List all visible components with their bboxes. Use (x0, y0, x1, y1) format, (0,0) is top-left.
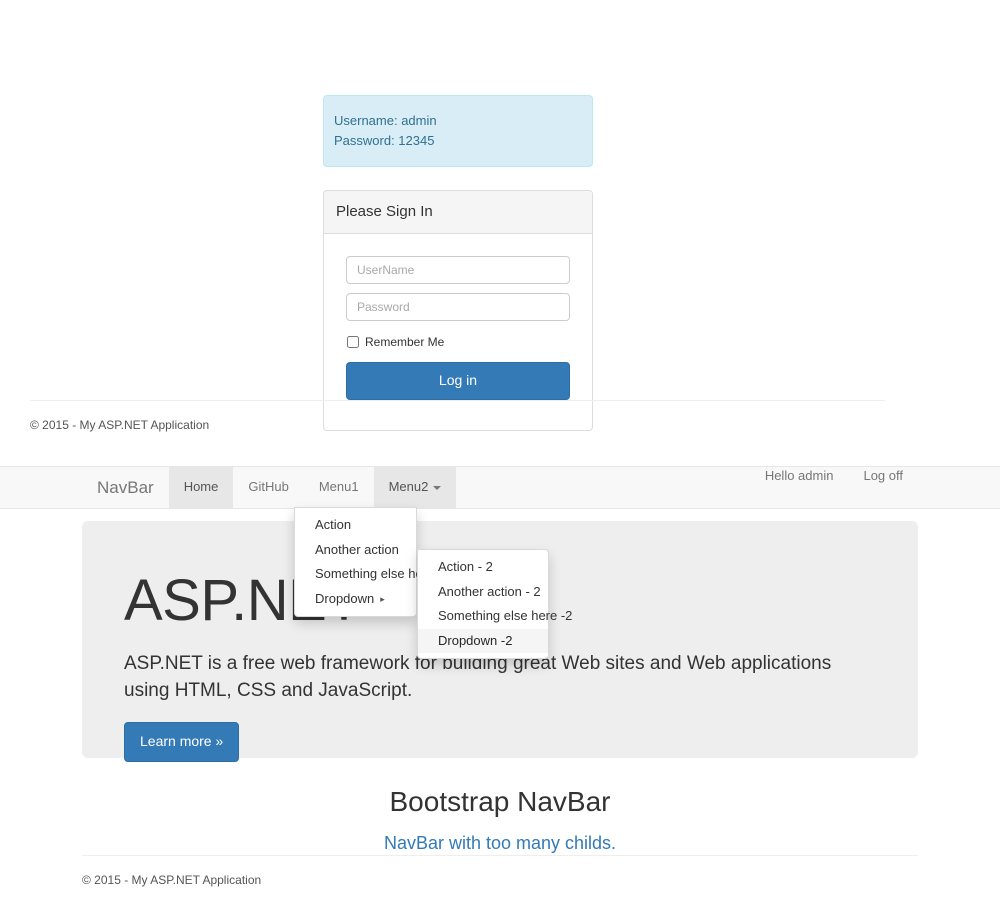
footer-bottom: © 2015 - My ASP.NET Application (82, 855, 918, 889)
navbar-nav-right: Hello admin Log off (750, 467, 918, 508)
menu2-item-dropdown-label: Dropdown (315, 590, 375, 606)
dropdown-list-item: Something else here -2 (418, 604, 572, 629)
menu2-dropdown-menu: Action Another action Something else her… (294, 507, 434, 618)
sign-in-panel-title: Please Sign In (336, 203, 433, 221)
footer-top-text: © 2015 - My ASP.NET Application (30, 418, 210, 432)
submenu-item-action-2[interactable]: Action - 2 (418, 555, 548, 580)
submenu-item-dropdown-2[interactable]: Dropdown -2 (418, 628, 548, 654)
nav-link-menu1[interactable]: Menu1 (304, 467, 374, 508)
dropdown-list-item: Dropdown -2 (418, 628, 548, 654)
dropdown-list-item: Something else here (295, 562, 434, 587)
nav-link-home[interactable]: Home (168, 467, 234, 508)
menu2-item-action[interactable]: Action (295, 513, 416, 538)
password-form-group (346, 292, 570, 321)
remember-me-row[interactable]: Remember Me (346, 334, 570, 351)
menu2-item-dropdown-submenu-trigger[interactable]: Dropdown ▸ (295, 587, 416, 612)
nav-link-menu2-label: Menu2 (388, 479, 429, 495)
sign-in-panel: Please Sign In Remember Me Log in (323, 190, 593, 431)
remember-me-label: Remember Me (365, 334, 445, 349)
dropdown-list-item: Dropdown ▸ (295, 587, 416, 612)
nav-item-github: GitHub (233, 467, 303, 508)
footer-bottom-text: © 2015 - My ASP.NET Application (82, 873, 262, 887)
nav-link-menu2[interactable]: Menu2 (373, 467, 457, 508)
headline-section: Bootstrap NavBar NavBar with too many ch… (82, 785, 918, 856)
dropdown-list-item: Action (295, 513, 416, 538)
nav-item-home: Home (168, 467, 234, 508)
submenu-item-something-else-here-2[interactable]: Something else here -2 (418, 604, 572, 629)
dropdown-list-item: Action - 2 (418, 555, 548, 580)
dropdown-list-item: Another action (295, 538, 416, 563)
submenu-item-another-action-2[interactable]: Another action - 2 (418, 580, 548, 605)
submenu-dropdown-menu: Action - 2 Another action - 2 Something … (417, 549, 572, 660)
credentials-hint-alert: Username: admin Password: 12345 (323, 95, 593, 168)
footer-top: © 2015 - My ASP.NET Application (30, 400, 885, 434)
dropdown-list-item: Another action - 2 (418, 580, 548, 605)
nav-link-log-off[interactable]: Log off (848, 467, 918, 486)
login-section: Username: admin Password: 12345 Please S… (0, 0, 1000, 460)
navbar-nav-left: Home GitHub Menu1 Menu2 (168, 467, 457, 508)
menu2-item-another-action[interactable]: Another action (295, 538, 416, 563)
caret-down-icon (433, 485, 442, 490)
hint-username-line: Username: admin (334, 113, 437, 128)
menu2-item-something-else-here[interactable]: Something else here (295, 562, 434, 587)
caret-right-icon: ▸ (380, 593, 385, 604)
learn-more-button[interactable]: Learn more » (124, 721, 240, 762)
password-input[interactable] (346, 292, 570, 321)
hint-password-line: Password: 12345 (334, 133, 435, 149)
username-form-group (346, 255, 570, 284)
headline-title: Bootstrap NavBar (389, 786, 611, 817)
nav-item-greeting: Hello admin (750, 467, 849, 508)
login-column: Username: admin Password: 12345 Please S… (323, 95, 593, 431)
navbar: NavBar Home GitHub Menu1 Menu2 Hello adm… (0, 466, 1000, 509)
headline-subtitle-link[interactable]: NavBar with too many childs. (82, 831, 918, 857)
navbar-brand[interactable]: NavBar (82, 467, 169, 508)
nav-link-github[interactable]: GitHub (233, 467, 303, 508)
nav-item-menu2: Menu2 (373, 467, 457, 508)
nav-item-menu1: Menu1 (304, 467, 374, 508)
sign-in-panel-heading: Please Sign In (324, 191, 592, 234)
remember-me-checkbox[interactable] (347, 336, 359, 349)
log-in-button[interactable]: Log in (346, 361, 570, 400)
nav-item-logoff: Log off (848, 467, 918, 508)
navbar-inner: NavBar Home GitHub Menu1 Menu2 Hello adm… (82, 467, 918, 508)
nav-link-greeting[interactable]: Hello admin (750, 467, 849, 486)
username-input[interactable] (346, 255, 570, 284)
